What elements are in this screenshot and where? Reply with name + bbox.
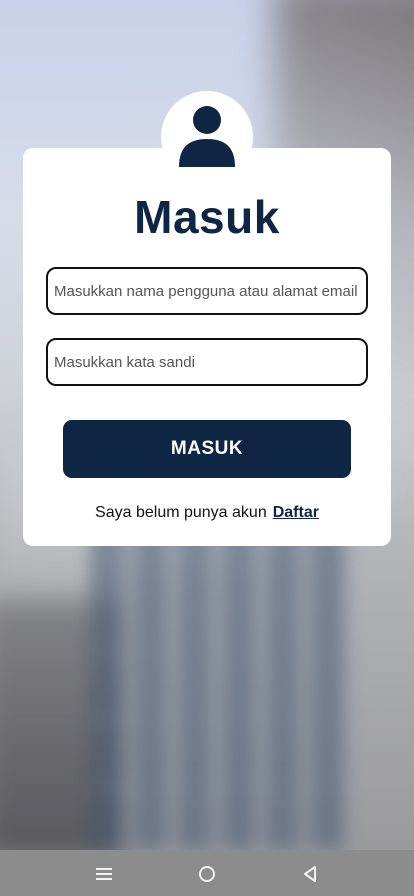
login-card: Masuk MASUK Saya belum punya akun Daftar [23,148,391,546]
username-input[interactable] [46,267,368,315]
register-row: Saya belum punya akun Daftar [23,504,391,522]
avatar [161,91,253,183]
user-icon [179,106,235,167]
register-link[interactable]: Daftar [273,504,319,521]
password-input[interactable] [46,338,368,386]
menu-icon[interactable] [93,863,115,885]
home-icon[interactable] [196,863,218,885]
no-account-text: Saya belum punya akun [95,504,267,521]
page-title: Masuk [134,191,280,243]
login-button[interactable]: MASUK [63,420,351,478]
back-icon[interactable] [299,863,321,885]
system-nav-bar [0,850,414,896]
